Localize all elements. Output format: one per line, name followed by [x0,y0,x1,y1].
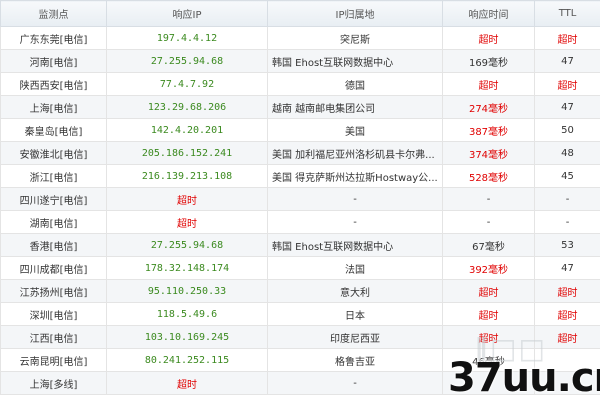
cell-location: 美国 [268,119,443,142]
column-header-location[interactable]: IP归属地 [268,1,443,27]
cell-ip: 178.32.148.174 [107,257,268,280]
cell-ttl: 47 [535,50,600,73]
column-header-ttl[interactable]: TTL [535,1,600,27]
table-row: 浙江[电信]216.139.213.108美国 得克萨斯州达拉斯Hostway公… [1,165,600,188]
cell-ttl: 53 [535,234,600,257]
cell-location: 韩国 Ehost互联网数据中心 [268,50,443,73]
cell-node: 江苏扬州[电信] [1,280,107,303]
cell-time: 超时 [443,303,535,326]
cell-location: - [268,372,443,395]
cell-location: 突尼斯 [268,27,443,50]
cell-location: - [268,188,443,211]
cell-ip: 超时 [107,211,268,234]
cell-node: 深圳[电信] [1,303,107,326]
cell-ip: 77.4.7.92 [107,73,268,96]
table-row: 陕西西安[电信]77.4.7.92德国超时超时 [1,73,600,96]
cell-ip: 27.255.94.68 [107,234,268,257]
table-row: 深圳[电信]118.5.49.6日本超时超时 [1,303,600,326]
cell-ttl: 超时 [535,73,600,96]
cell-node: 上海[多线] [1,372,107,395]
cell-ip: 95.110.250.33 [107,280,268,303]
cell-time: 274毫秒 [443,96,535,119]
cell-ttl: 47 [535,96,600,119]
table-row: 香港[电信]27.255.94.68韩国 Ehost互联网数据中心67毫秒53 [1,234,600,257]
cell-node: 河南[电信] [1,50,107,73]
cell-ttl: 48 [535,142,600,165]
cell-ip: 超时 [107,188,268,211]
cell-node: 湖南[电信] [1,211,107,234]
cell-ttl: 45 [535,165,600,188]
cell-ip: 超时 [107,372,268,395]
cell-time: 67毫秒 [443,234,535,257]
table-row: 江苏扬州[电信]95.110.250.33意大利超时超时 [1,280,600,303]
cell-ttl: 超时 [535,280,600,303]
table-row: 河南[电信]27.255.94.68韩国 Ehost互联网数据中心169毫秒47 [1,50,600,73]
cell-node: 江西[电信] [1,326,107,349]
cell-time: 387毫秒 [443,119,535,142]
cell-ttl: 47 [535,257,600,280]
column-header-ip[interactable]: 响应IP [107,1,268,27]
cell-ttl: - [535,188,600,211]
table-row: 上海[电信]123.29.68.206越南 越南邮电集团公司274毫秒47 [1,96,600,119]
table-row: 秦皇岛[电信]142.4.20.201美国387毫秒50 [1,119,600,142]
cell-ip: 205.186.152.241 [107,142,268,165]
cell-time: 374毫秒 [443,142,535,165]
cell-location: 美国 得克萨斯州达拉斯Hostway公... [268,165,443,188]
cell-time: - [443,188,535,211]
column-header-time[interactable]: 响应时间 [443,1,535,27]
cell-node: 云南昆明[电信] [1,349,107,372]
table-row: 四川成都[电信]178.32.148.174法国392毫秒47 [1,257,600,280]
table-header-row: 监测点 响应IP IP归属地 响应时间 TTL [1,1,600,27]
cell-node: 浙江[电信] [1,165,107,188]
cell-node: 四川成都[电信] [1,257,107,280]
cell-location: 法国 [268,257,443,280]
cell-location: 韩国 Ehost互联网数据中心 [268,234,443,257]
cell-ttl: 50 [535,119,600,142]
cell-time: 528毫秒 [443,165,535,188]
cell-ip: 197.4.4.12 [107,27,268,50]
cell-time: - [443,211,535,234]
cell-ip: 103.10.169.245 [107,326,268,349]
cell-ttl: 超时 [535,303,600,326]
cell-ip: 80.241.252.115 [107,349,268,372]
cell-ip: 142.4.20.201 [107,119,268,142]
cell-ip: 118.5.49.6 [107,303,268,326]
cell-location: 日本 [268,303,443,326]
cell-node: 秦皇岛[电信] [1,119,107,142]
cell-node: 陕西西安[电信] [1,73,107,96]
table-row: 四川遂宁[电信]超时--- [1,188,600,211]
cell-location: 格鲁吉亚 [268,349,443,372]
table-row: 安徽淮北[电信]205.186.152.241美国 加利福尼亚州洛杉矶县卡尔弗.… [1,142,600,165]
cell-node: 四川遂宁[电信] [1,188,107,211]
cell-location: 意大利 [268,280,443,303]
cell-time: 超时 [443,280,535,303]
cell-ttl: 超时 [535,27,600,50]
cell-ip: 27.255.94.68 [107,50,268,73]
cell-ttl: - [535,211,600,234]
watermark-logo: 37uu.cn [448,355,600,401]
cell-location: 德国 [268,73,443,96]
table-row: 广东东莞[电信]197.4.4.12突尼斯超时超时 [1,27,600,50]
cell-ip: 123.29.68.206 [107,96,268,119]
cell-location: 越南 越南邮电集团公司 [268,96,443,119]
cell-location: - [268,211,443,234]
cell-location: 美国 加利福尼亚州洛杉矶县卡尔弗... [268,142,443,165]
cell-node: 上海[电信] [1,96,107,119]
cell-ip: 216.139.213.108 [107,165,268,188]
cell-time: 392毫秒 [443,257,535,280]
cell-time: 超时 [443,73,535,96]
cell-node: 香港[电信] [1,234,107,257]
cell-time: 超时 [443,27,535,50]
cell-time: 169毫秒 [443,50,535,73]
column-header-node[interactable]: 监测点 [1,1,107,27]
cell-location: 印度尼西亚 [268,326,443,349]
cell-node: 安徽淮北[电信] [1,142,107,165]
table-row: 湖南[电信]超时--- [1,211,600,234]
cell-node: 广东东莞[电信] [1,27,107,50]
